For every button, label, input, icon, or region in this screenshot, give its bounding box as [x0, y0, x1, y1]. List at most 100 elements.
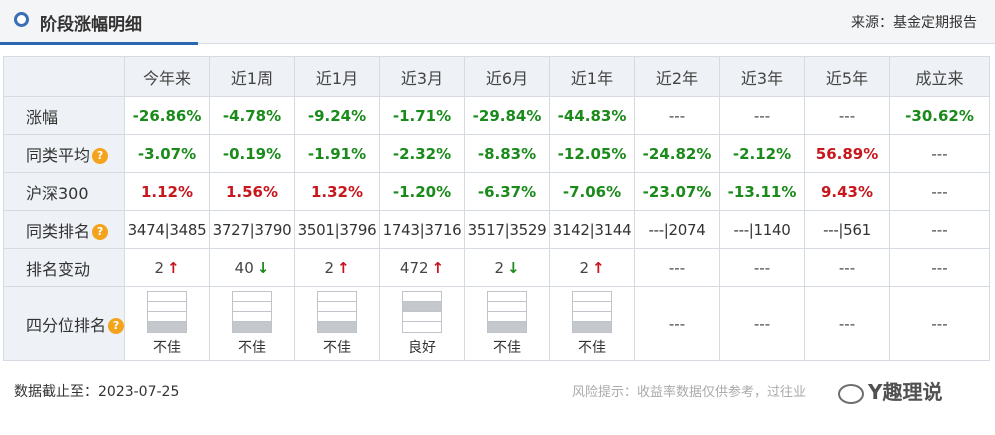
change-cell: -1.71%: [379, 96, 466, 135]
change-cell: -44.83%: [549, 96, 636, 135]
circle-icon: [14, 12, 29, 27]
col-header: 近1月: [294, 56, 381, 97]
quartile-cell: 良好: [379, 286, 466, 361]
peer-avg-cell: -1.91%: [294, 134, 381, 173]
row-label: 同类平均?: [2, 134, 126, 173]
quartile-bar: [233, 311, 272, 322]
quartile-bar: [403, 301, 442, 312]
table-row: 同类排名? 3474|3485 3727|3790 3501|3796 1743…: [2, 210, 991, 249]
quartile-bar: [573, 311, 612, 322]
quartile-indicator: 不佳: [551, 290, 634, 357]
quartile-label: 不佳: [238, 339, 267, 356]
quartile-bars: [232, 290, 273, 333]
quartile-bars: [317, 290, 358, 333]
quartile-bar: [318, 301, 357, 312]
change-cell: ---: [634, 96, 721, 135]
col-header: 近1年: [549, 56, 636, 97]
quartile-cell: ---: [889, 286, 991, 361]
csi300-cell: 1.32%: [294, 172, 381, 211]
rank-change-cell: ---: [889, 248, 991, 287]
quartile-bar: [148, 291, 187, 302]
section-title: 阶段涨幅明细: [40, 15, 142, 35]
csi300-cell: 1.12%: [124, 172, 211, 211]
peer-rank-cell: 3501|3796: [294, 210, 381, 249]
arrow-up-icon: ↑: [167, 258, 180, 277]
row-label-text: 同类平均: [26, 145, 91, 165]
period-returns-table: 今年来 近1周 近1月 近3月 近6月 近1年 近2年 近3年 近5年 成立来 …: [2, 56, 991, 361]
csi300-cell: -1.20%: [379, 172, 466, 211]
help-icon[interactable]: ?: [92, 224, 109, 240]
help-icon[interactable]: ?: [108, 318, 124, 334]
csi300-cell: ---: [889, 172, 991, 211]
row-label: 四分位排名?: [2, 286, 126, 361]
rank-change-cell: 2 ↑: [294, 248, 381, 287]
quartile-cell: 不佳: [549, 286, 636, 361]
arrow-up-icon: ↑: [592, 258, 605, 277]
rank-change-cell: ---: [634, 248, 721, 287]
quartile-cell: 不佳: [209, 286, 296, 361]
quartile-bar: [233, 291, 272, 302]
watermark: Y趣理说: [838, 376, 942, 405]
quartile-bar: [488, 311, 527, 322]
quartile-bars: [572, 290, 613, 333]
quartile-bar: [403, 321, 442, 332]
col-header: 近3年: [719, 56, 806, 97]
row-label: 同类排名?: [2, 210, 126, 249]
quartile-bar: [573, 301, 612, 312]
quartile-indicator: 良好: [381, 290, 464, 357]
rank-change-value: 2: [154, 258, 164, 277]
peer-rank-cell: 3474|3485: [124, 210, 211, 249]
peer-rank-cell: 3517|3529: [464, 210, 551, 249]
quartile-bar: [318, 321, 357, 332]
table-row: 排名变动 2 ↑ 40 ↓ 2 ↑ 472 ↑ 2 ↓ 2 ↑ --- --- --- --…: [2, 248, 991, 287]
change-cell: ---: [804, 96, 891, 135]
arrow-up-icon: ↑: [337, 258, 350, 277]
quartile-bar: [573, 291, 612, 302]
col-header: 近1周: [209, 56, 296, 97]
quartile-bar: [488, 291, 527, 302]
peer-avg-cell: 56.89%: [804, 134, 891, 173]
table-row: 四分位排名? 不佳 不佳 不佳 良好 不佳 不佳 --- --- --- ---: [2, 286, 991, 361]
rank-change-value: 2: [324, 258, 334, 277]
quartile-cell: ---: [804, 286, 891, 361]
quartile-bar: [233, 301, 272, 312]
row-label: 排名变动: [2, 248, 126, 287]
change-cell: -29.84%: [464, 96, 551, 135]
quartile-indicator: 不佳: [126, 290, 209, 357]
peer-avg-cell: -3.07%: [124, 134, 211, 173]
section-header: 阶段涨幅明细 来源：基金定期报告: [0, 0, 995, 45]
change-cell: -4.78%: [209, 96, 296, 135]
quartile-bar: [148, 311, 187, 322]
col-header: 今年来: [124, 56, 211, 97]
help-icon[interactable]: ?: [92, 148, 109, 164]
title-underline: [0, 42, 198, 45]
change-cell: -9.24%: [294, 96, 381, 135]
header-row: 今年来 近1周 近1月 近3月 近6月 近1年 近2年 近3年 近5年 成立来: [2, 56, 991, 97]
row-label: 涨幅: [2, 96, 126, 135]
quartile-label: 不佳: [323, 339, 352, 356]
quartile-bar: [573, 321, 612, 332]
rank-change-cell: 40 ↓: [209, 248, 296, 287]
arrow-down-icon: ↓: [256, 258, 270, 277]
table-row: 涨幅 -26.86% -4.78% -9.24% -1.71% -29.84% …: [2, 96, 991, 135]
quartile-label: 不佳: [578, 339, 607, 356]
row-label-text: 四分位排名: [26, 315, 107, 335]
csi300-cell: -23.07%: [634, 172, 721, 211]
quartile-bars: [402, 290, 443, 333]
quartile-bars: [147, 290, 188, 333]
peer-avg-cell: -8.83%: [464, 134, 551, 173]
quartile-bar: [148, 301, 187, 312]
table-row: 同类平均? -3.07% -0.19% -1.91% -2.32% -8.83%…: [2, 134, 991, 173]
rank-change-cell: 2 ↑: [549, 248, 636, 287]
rank-change-cell: 2 ↑: [124, 248, 211, 287]
peer-avg-cell: ---: [889, 134, 991, 173]
col-header: 近5年: [804, 56, 891, 97]
corner-cell: [2, 56, 126, 97]
peer-rank-cell: ---|2074: [634, 210, 721, 249]
rank-change-cell: 472 ↑: [379, 248, 466, 287]
peer-rank-cell: 1743|3716: [379, 210, 466, 249]
peer-rank-cell: ---: [889, 210, 991, 249]
rank-change-value: 472: [399, 258, 429, 277]
rank-change-cell: ---: [804, 248, 891, 287]
quartile-bar: [318, 291, 357, 302]
